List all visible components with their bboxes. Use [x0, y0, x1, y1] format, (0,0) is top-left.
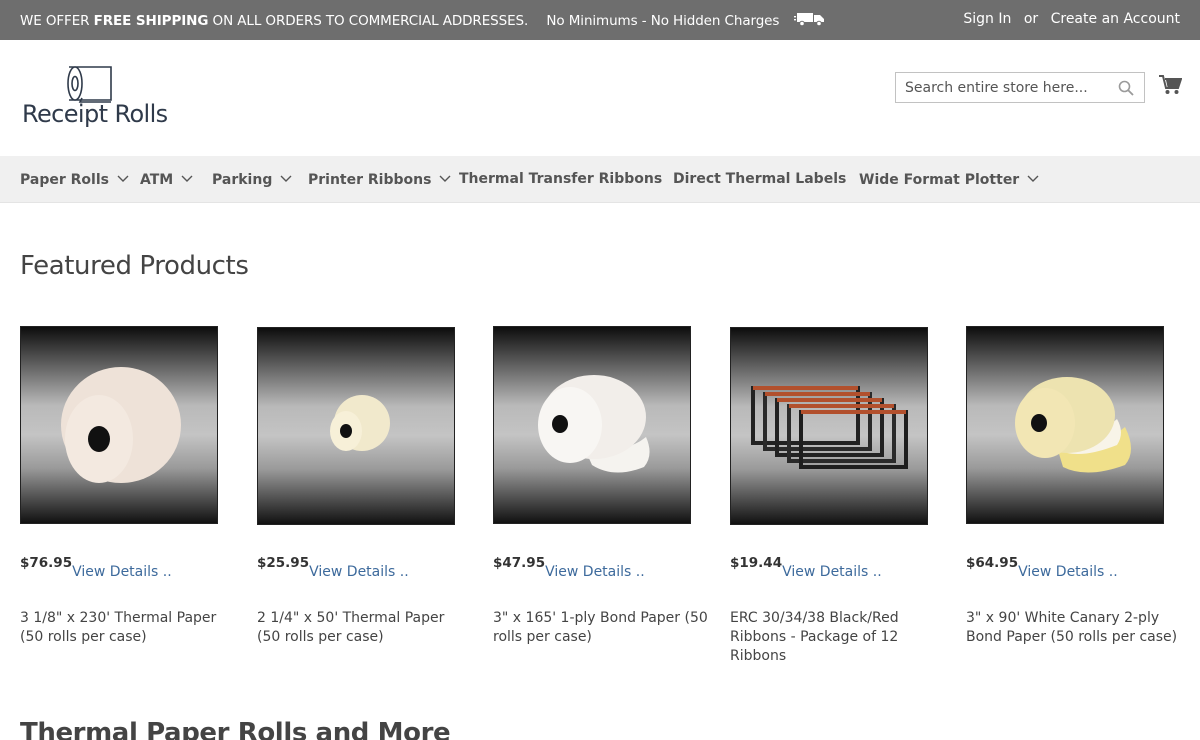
product-price: $47.95 — [493, 555, 546, 571]
nav-item-direct-thermal-labels[interactable]: Direct Thermal Labels — [673, 171, 846, 187]
nav-label: Wide Format Plotter — [859, 172, 1020, 188]
chevron-down-icon — [117, 171, 129, 187]
view-details-link[interactable]: View Details .. — [309, 564, 409, 580]
product-card: $25.95View Details .. 2 1/4" x 50' Therm… — [257, 326, 472, 645]
product-price: $25.95 — [257, 555, 310, 571]
view-details-link[interactable]: View Details .. — [545, 564, 645, 580]
or-separator: or — [1023, 11, 1039, 27]
nav-item-atm[interactable]: ATM — [140, 171, 193, 188]
view-details-link[interactable]: View Details .. — [72, 564, 172, 580]
thermal-paper-section-title: Thermal Paper Rolls and More — [20, 718, 451, 740]
nav-label: Thermal Transfer Ribbons — [459, 171, 663, 187]
product-card: $47.95View Details .. 3" x 165' 1-ply Bo… — [493, 326, 708, 645]
search-box — [895, 72, 1145, 103]
nav-label: Parking — [212, 172, 273, 188]
promo-secondary: No Minimums - No Hidden Charges — [546, 13, 780, 29]
main-navigation: Paper Rolls ATM Parking Printer Ribbons … — [0, 156, 1200, 203]
truck-icon — [793, 11, 826, 31]
promo-bold: FREE SHIPPING — [93, 13, 209, 29]
cart-icon[interactable] — [1158, 74, 1183, 100]
product-card: $76.95View Details .. 3 1/8" x 230' Ther… — [20, 326, 235, 645]
product-price: $76.95 — [20, 555, 73, 571]
price-row: $47.95View Details .. — [493, 555, 645, 580]
chevron-down-icon — [181, 171, 193, 187]
logo-text: Receipt Rolls — [22, 100, 168, 128]
product-name[interactable]: 3" x 90' White Canary 2-ply Bond Paper (… — [966, 609, 1181, 647]
nav-item-parking[interactable]: Parking — [212, 171, 292, 188]
nav-label: Printer Ribbons — [308, 172, 432, 188]
chevron-down-icon — [1027, 171, 1039, 187]
search-icon[interactable] — [1118, 80, 1134, 100]
price-row: $64.95View Details .. — [966, 555, 1118, 580]
promo-prefix: WE OFFER — [20, 13, 90, 29]
paper-roll-icon — [67, 66, 112, 103]
nav-label: ATM — [140, 172, 174, 188]
promo-bar: WE OFFER FREE SHIPPING ON ALL ORDERS TO … — [0, 0, 1200, 40]
nav-item-thermal-transfer-ribbons[interactable]: Thermal Transfer Ribbons — [459, 171, 662, 187]
product-card: $64.95View Details .. 3" x 90' White Can… — [966, 326, 1181, 645]
sign-in-link[interactable]: Sign In — [963, 11, 1011, 27]
chevron-down-icon — [439, 171, 451, 187]
nav-item-paper-rolls[interactable]: Paper Rolls — [20, 171, 129, 188]
product-image[interactable] — [493, 326, 691, 524]
featured-products-title: Featured Products — [20, 251, 249, 281]
chevron-down-icon — [280, 171, 292, 187]
promo-suffix: ON ALL ORDERS TO COMMERCIAL ADDRESSES. — [212, 13, 529, 29]
view-details-link[interactable]: View Details .. — [782, 564, 882, 580]
product-image[interactable] — [730, 327, 928, 525]
product-image[interactable] — [257, 327, 455, 525]
nav-label: Direct Thermal Labels — [673, 171, 847, 187]
product-image[interactable] — [20, 326, 218, 524]
store-logo[interactable]: Receipt Rolls — [20, 64, 170, 134]
price-row: $76.95View Details .. — [20, 555, 172, 580]
product-name[interactable]: ERC 30/34/38 Black/Red Ribbons - Package… — [730, 609, 945, 666]
product-name[interactable]: 2 1/4" x 50' Thermal Paper (50 rolls per… — [257, 609, 472, 647]
product-name[interactable]: 3 1/8" x 230' Thermal Paper (50 rolls pe… — [20, 609, 235, 647]
view-details-link[interactable]: View Details .. — [1018, 564, 1118, 580]
product-name[interactable]: 3" x 165' 1-ply Bond Paper (50 rolls per… — [493, 609, 708, 647]
product-image[interactable] — [966, 326, 1164, 524]
nav-item-wide-format-plotter[interactable]: Wide Format Plotter — [859, 171, 1039, 188]
nav-label: Paper Rolls — [20, 172, 109, 188]
product-price: $19.44 — [730, 555, 783, 571]
price-row: $25.95View Details .. — [257, 555, 409, 580]
create-account-link[interactable]: Create an Account — [1051, 11, 1180, 27]
promo-message: WE OFFER FREE SHIPPING ON ALL ORDERS TO … — [20, 11, 826, 31]
price-row: $19.44View Details .. — [730, 555, 882, 580]
product-card: $19.44View Details .. ERC 30/34/38 Black… — [730, 326, 945, 664]
search-input[interactable] — [896, 73, 1111, 102]
product-price: $64.95 — [966, 555, 1019, 571]
account-links: Sign In or Create an Account — [963, 11, 1180, 27]
nav-item-printer-ribbons[interactable]: Printer Ribbons — [308, 171, 451, 188]
